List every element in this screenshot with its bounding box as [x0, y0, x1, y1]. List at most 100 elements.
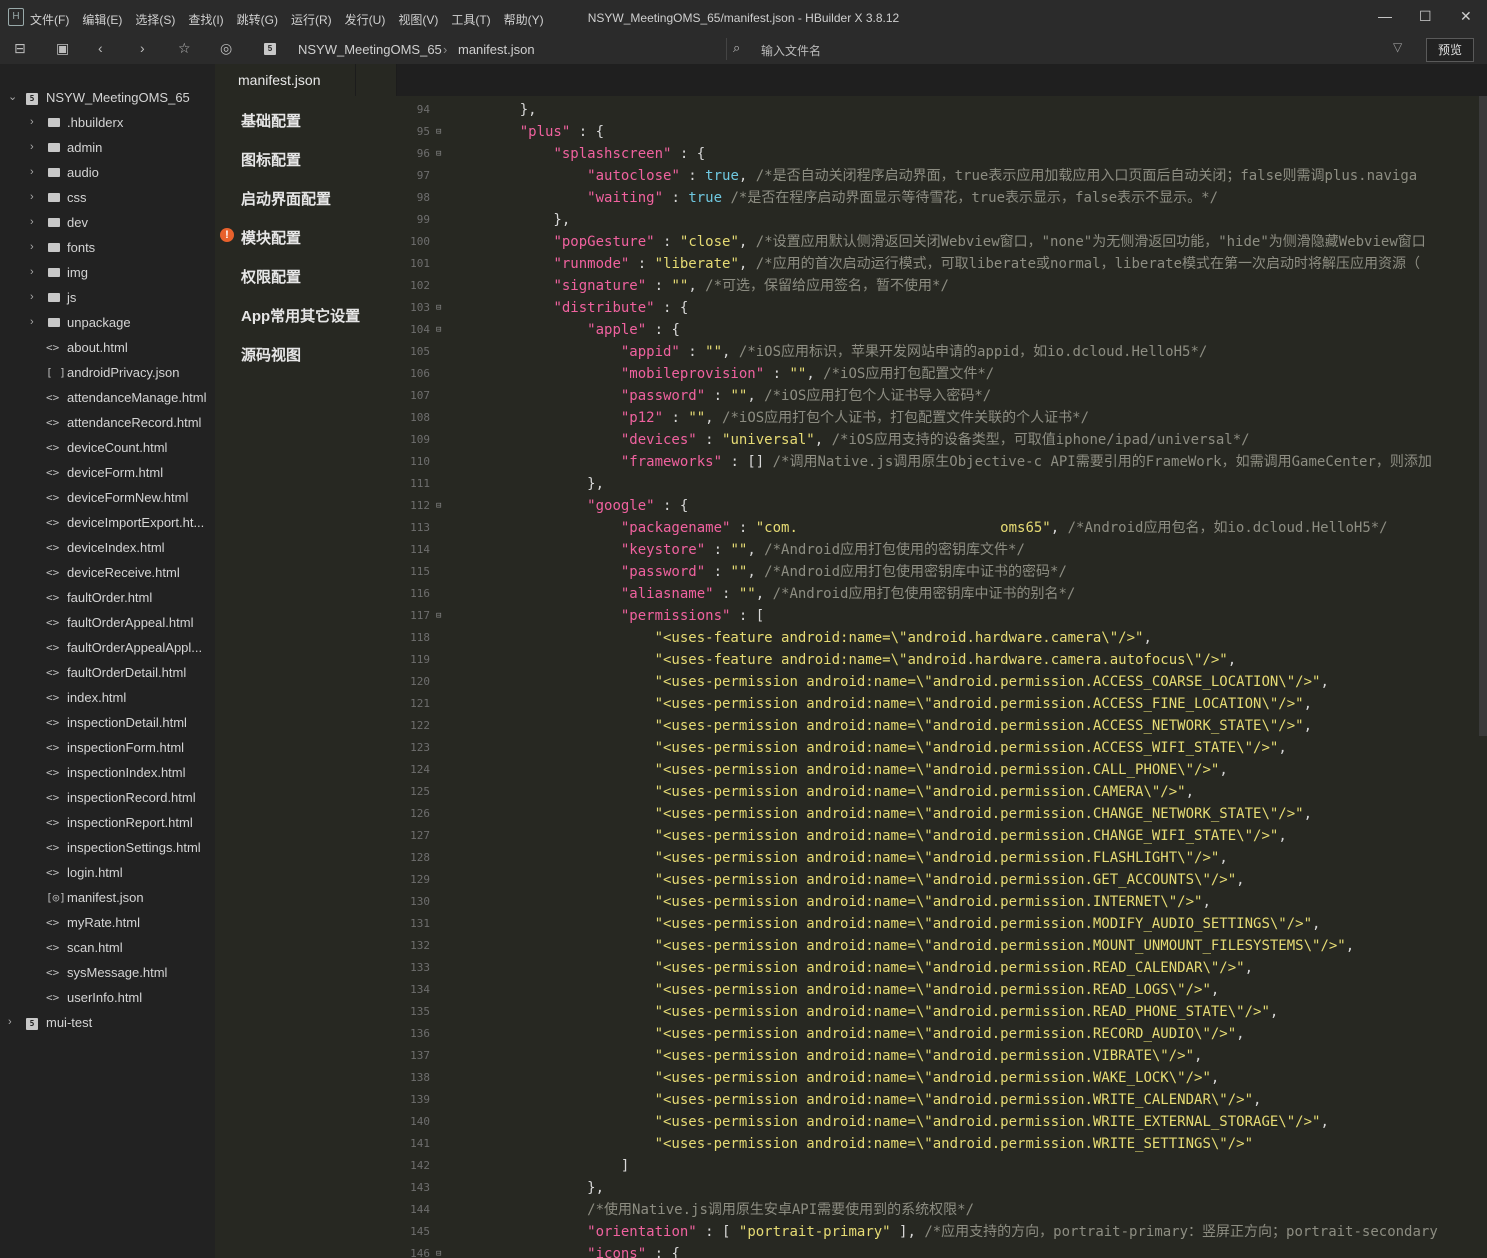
code-line[interactable]: 120 "<uses-permission android:name=\"and… [396, 671, 1487, 693]
menu-item[interactable]: 选择(S) [135, 13, 175, 27]
code-line[interactable]: 106 "mobileprovision" : "", /*iOS应用打包配置文… [396, 363, 1487, 385]
chevron-icon[interactable]: ⌄ [8, 85, 17, 110]
code-line[interactable]: 139 "<uses-permission android:name=\"and… [396, 1089, 1487, 1111]
code-line[interactable]: 122 "<uses-permission android:name=\"and… [396, 715, 1487, 737]
new-file-icon[interactable]: ⊟ [14, 40, 26, 57]
config-nav-item[interactable]: App常用其它设置 [241, 305, 360, 326]
code-line[interactable]: 143 }, [396, 1177, 1487, 1199]
tree-file[interactable]: <> sysMessage.html [0, 960, 215, 985]
tree-file[interactable]: <> faultOrderAppealAppl... [0, 635, 215, 660]
chevron-icon[interactable]: › [30, 235, 34, 260]
code-line[interactable]: 97 "autoclose" : true, /*是否自动关闭程序启动界面，tr… [396, 165, 1487, 187]
tree-project[interactable]: ⌄ 5 NSYW_MeetingOMS_65 [0, 85, 215, 110]
menu-item[interactable]: 查找(I) [188, 13, 223, 27]
code-line[interactable]: 95 ⊟ "plus" : { [396, 121, 1487, 143]
code-line[interactable]: 118 "<uses-feature android:name=\"androi… [396, 627, 1487, 649]
code-line[interactable]: 103 ⊟ "distribute" : { [396, 297, 1487, 319]
code-line[interactable]: 127 "<uses-permission android:name=\"and… [396, 825, 1487, 847]
tree-folder[interactable]: › unpackage [0, 310, 215, 335]
code-line[interactable]: 109 "devices" : "universal", /*iOS应用支持的设… [396, 429, 1487, 451]
code-line[interactable]: 134 "<uses-permission android:name=\"and… [396, 979, 1487, 1001]
fold-icon[interactable]: ⊟ [436, 143, 441, 165]
menu-item[interactable]: 跳转(G) [237, 13, 278, 27]
menu-item[interactable]: 视图(V) [398, 13, 438, 27]
config-nav-item[interactable]: 权限配置 [241, 266, 301, 287]
code-line[interactable]: 140 "<uses-permission android:name=\"and… [396, 1111, 1487, 1133]
tree-file[interactable]: <> inspectionReport.html [0, 810, 215, 835]
tree-file[interactable]: [ ] androidPrivacy.json [0, 360, 215, 385]
tree-file[interactable]: <> userInfo.html [0, 985, 215, 1010]
code-line[interactable]: 142 ] [396, 1155, 1487, 1177]
tree-folder[interactable]: › img [0, 260, 215, 285]
tab-manifest[interactable]: manifest.json [215, 64, 356, 96]
code-line[interactable]: 110 "frameworks" : [] /*调用Native.js调用原生O… [396, 451, 1487, 473]
config-nav-item[interactable]: 图标配置 [241, 149, 301, 170]
code-line[interactable]: 121 "<uses-permission android:name=\"and… [396, 693, 1487, 715]
code-line[interactable]: 132 "<uses-permission android:name=\"and… [396, 935, 1487, 957]
chevron-icon[interactable]: › [30, 160, 34, 185]
code-line[interactable]: 98 "waiting" : true /*是否在程序启动界面显示等待雪花，tr… [396, 187, 1487, 209]
save-icon[interactable]: ▣ [56, 40, 69, 57]
code-line[interactable]: 115 "password" : "", /*Android应用打包使用密钥库中… [396, 561, 1487, 583]
tree-folder[interactable]: › dev [0, 210, 215, 235]
chevron-icon[interactable]: › [30, 210, 34, 235]
code-line[interactable]: 111 }, [396, 473, 1487, 495]
code-line[interactable]: 101 "runmode" : "liberate", /*应用的首次启动运行模… [396, 253, 1487, 275]
config-nav-item[interactable]: 模块配置 [241, 227, 301, 248]
tree-folder[interactable]: › admin [0, 135, 215, 160]
tree-file[interactable]: <> faultOrder.html [0, 585, 215, 610]
code-line[interactable]: 113 "packagename" : "com. oms65", /*Andr… [396, 517, 1487, 539]
tree-file[interactable]: <> scan.html [0, 935, 215, 960]
code-line[interactable]: 129 "<uses-permission android:name=\"and… [396, 869, 1487, 891]
code-line[interactable]: 133 "<uses-permission android:name=\"and… [396, 957, 1487, 979]
fold-icon[interactable]: ⊟ [436, 297, 441, 319]
chevron-icon[interactable]: › [30, 185, 34, 210]
back-icon[interactable]: ‹ [98, 40, 103, 56]
tree-folder[interactable]: › fonts [0, 235, 215, 260]
code-line[interactable]: 137 "<uses-permission android:name=\"and… [396, 1045, 1487, 1067]
fold-icon[interactable]: ⊟ [436, 495, 441, 517]
close-icon[interactable]: ✕ [1460, 8, 1472, 25]
code-line[interactable]: 123 "<uses-permission android:name=\"and… [396, 737, 1487, 759]
fold-icon[interactable]: ⊟ [436, 605, 441, 627]
code-line[interactable]: 138 "<uses-permission android:name=\"and… [396, 1067, 1487, 1089]
tree-file[interactable]: <> faultOrderAppeal.html [0, 610, 215, 635]
code-line[interactable]: 102 "signature" : "", /*可选，保留给应用签名，暂不使用*… [396, 275, 1487, 297]
menu-item[interactable]: 文件(F) [30, 13, 69, 27]
fold-icon[interactable]: ⊟ [436, 319, 441, 341]
code-line[interactable]: 94 }, [396, 99, 1487, 121]
tree-folder[interactable]: › .hbuilderx [0, 110, 215, 135]
tree-file[interactable]: <> inspectionSettings.html [0, 835, 215, 860]
tree-file[interactable]: <> inspectionForm.html [0, 735, 215, 760]
tree-file[interactable]: <> deviceIndex.html [0, 535, 215, 560]
chevron-icon[interactable]: › [30, 260, 34, 285]
code-line[interactable]: 136 "<uses-permission android:name=\"and… [396, 1023, 1487, 1045]
tree-file[interactable]: <> about.html [0, 335, 215, 360]
code-line[interactable]: 125 "<uses-permission android:name=\"and… [396, 781, 1487, 803]
tree-file[interactable]: <> faultOrderDetail.html [0, 660, 215, 685]
file-search-input[interactable]: ⌕ 输入文件名 ▽ [726, 38, 1413, 60]
tree-file[interactable]: <> deviceCount.html [0, 435, 215, 460]
menu-item[interactable]: 运行(R) [291, 13, 332, 27]
code-line[interactable]: 146 ⊟ "icons" : { [396, 1243, 1487, 1258]
code-editor[interactable]: 94 }, 95 ⊟ "plus" : {96 ⊟ "splashscreen" : … [396, 96, 1487, 1258]
chevron-icon[interactable]: › [30, 135, 34, 160]
breadcrumb-project[interactable]: NSYW_MeetingOMS_65 [298, 42, 442, 57]
config-nav-item[interactable]: 基础配置 [241, 110, 301, 131]
config-nav-item[interactable]: 源码视图 [241, 344, 301, 365]
maximize-icon[interactable]: ☐ [1419, 8, 1432, 25]
tree-file[interactable]: <> deviceReceive.html [0, 560, 215, 585]
code-line[interactable]: 128 "<uses-permission android:name=\"and… [396, 847, 1487, 869]
code-line[interactable]: 144 /*使用Native.js调用原生安卓API需要使用到的系统权限*/ [396, 1199, 1487, 1221]
breadcrumb-file[interactable]: manifest.json [458, 42, 535, 57]
fold-icon[interactable]: ⊟ [436, 1243, 441, 1258]
code-line[interactable]: 135 "<uses-permission android:name=\"and… [396, 1001, 1487, 1023]
code-line[interactable]: 130 "<uses-permission android:name=\"and… [396, 891, 1487, 913]
preview-button[interactable]: 预览 [1426, 38, 1474, 62]
chevron-icon[interactable]: › [30, 285, 34, 310]
config-nav-item[interactable]: 启动界面配置 [241, 188, 331, 209]
tree-project[interactable]: › 5 mui-test [0, 1010, 215, 1035]
code-line[interactable]: 116 "aliasname" : "", /*Android应用打包使用密钥库… [396, 583, 1487, 605]
tree-file[interactable]: <> inspectionDetail.html [0, 710, 215, 735]
code-line[interactable]: 131 "<uses-permission android:name=\"and… [396, 913, 1487, 935]
